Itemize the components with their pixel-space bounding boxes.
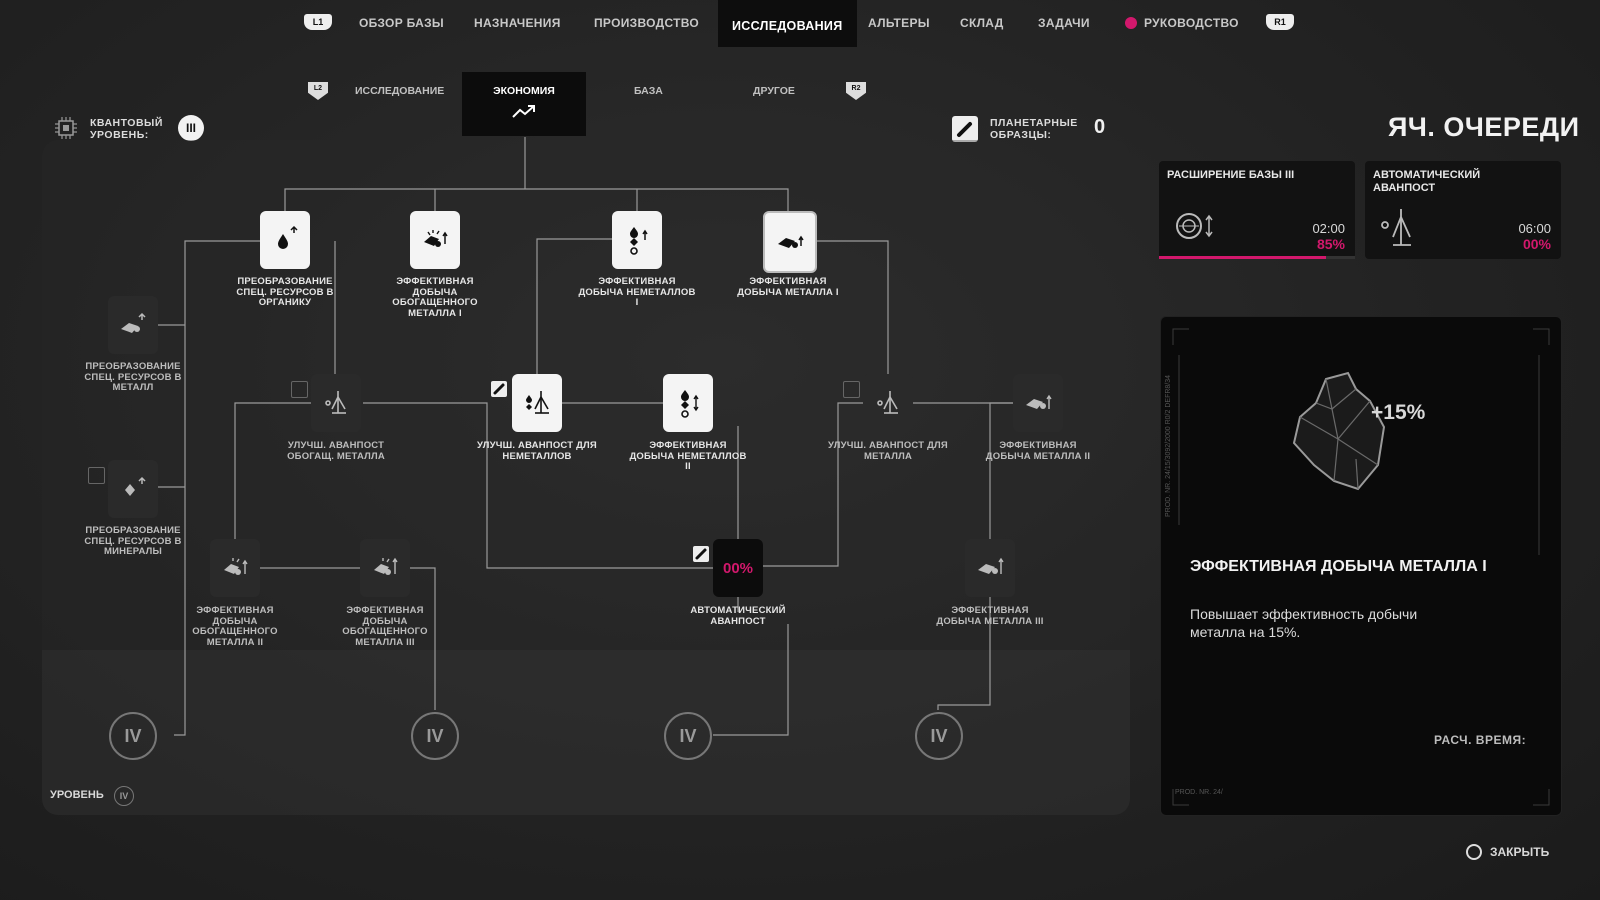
queue-slot-2[interactable]: АВТОМАТИЧЕСКИЙ АВАНПОСТ 06:00 00% [1365, 161, 1561, 259]
queue-slot-1-percent: 85% [1316, 236, 1345, 252]
panel-serial-bottom: PROD. NR. 24/ [1175, 789, 1223, 796]
research-node-nonmetal-2-label: ЭФФЕКТИВНАЯ ДОБЫЧА НЕМЕТАЛЛОВ II [629, 440, 747, 472]
research-node-enriched-outpost-label: УЛУЧШ. АВАНПОСТ ОБОГАЩ. МЕТАЛЛА [287, 440, 385, 462]
research-node-enriched-metal-3-label: ЭФФЕКТИВНАЯ ДОБЫЧА ОБОГАЩЕННОГО МЕТАЛЛА … [342, 605, 428, 648]
research-node-enriched-metal-2-label: ЭФФЕКТИВНАЯ ДОБЫЧА ОБОГАЩЕННОГО МЕТАЛЛА … [192, 605, 278, 648]
queue-slot-2-percent: 00% [1522, 236, 1551, 252]
base-expansion-icon [1176, 213, 1213, 239]
research-node-enriched-metal-1[interactable] [410, 211, 460, 269]
mineral-convert-icon [125, 476, 146, 496]
detail-title: ЭФФЕКТИВНАЯ ДОБЫЧА МЕТАЛЛА I [1190, 558, 1487, 575]
nonmetal-icon [681, 390, 699, 418]
sample-required-icon [491, 381, 507, 397]
queue-slot-1-progress-track [1159, 256, 1355, 259]
detail-bonus: +15% [1371, 401, 1426, 424]
research-node-metal-outpost-label: УЛУЧШ. АВАНПОСТ ДЛЯ МЕТАЛЛА [828, 440, 948, 462]
queue-slot-1-name: РАСШИРЕНИЕ БАЗЫ III [1167, 169, 1295, 181]
research-node-auto-outpost[interactable]: 00% [713, 539, 763, 597]
metal-convert-icon [121, 312, 146, 333]
tier-iv-marker: IV [664, 712, 712, 760]
research-node-enriched-metal-3[interactable] [360, 539, 410, 597]
queue-slot-1[interactable]: РАСШИРЕНИЕ БАЗЫ III 02:00 85% [1159, 161, 1355, 259]
level-value: IV [114, 786, 134, 806]
metal-ore-icon [1026, 394, 1052, 409]
research-node-metal-convert-label: ПРЕОБРАЗОВАНИЕ СПЕЦ. РЕСУРСОВ В МЕТАЛЛ [84, 361, 182, 393]
research-node-metal-3[interactable] [965, 539, 1015, 597]
close-button[interactable]: ЗАКРЫТЬ [1490, 845, 1549, 859]
enriched-ore-icon [424, 230, 448, 247]
research-node-nonmetal-2[interactable] [663, 374, 713, 432]
tier-iv-marker: IV [411, 712, 459, 760]
research-node-metal-3-label: ЭФФЕКТИВНАЯ ДОБЫЧА МЕТАЛЛА III [936, 605, 1044, 627]
research-node-minerals-convert-label: ПРЕОБРАЗОВАНИЕ СПЕЦ. РЕСУРСОВ В МИНЕРАЛЫ [84, 525, 182, 557]
locked-checkbox-icon [88, 467, 105, 484]
outpost-drill-icon [1381, 209, 1411, 246]
research-node-enriched-outpost[interactable] [311, 374, 361, 432]
sample-required-icon [693, 546, 709, 562]
research-node-nonmetal-outpost[interactable] [512, 374, 562, 432]
outpost-drill-icon [325, 391, 346, 414]
nonmetal-icon [630, 227, 648, 255]
research-node-nonmetal-outpost-label: УЛУЧШ. АВАНПОСТ ДЛЯ НЕМЕТАЛЛОВ [477, 440, 597, 462]
circle-button-icon[interactable] [1466, 844, 1482, 860]
detail-time-label: РАСЧ. ВРЕМЯ: [1434, 733, 1527, 747]
research-node-metal-2[interactable] [1013, 374, 1063, 432]
research-node-enriched-metal-1-label: ЭФФЕКТИВНАЯ ДОБЫЧА ОБОГАЩЕННОГО МЕТАЛЛА … [392, 276, 478, 319]
research-node-metal-outpost[interactable] [863, 374, 913, 432]
enriched-ore-icon [374, 557, 398, 575]
research-node-organic-label: ПРЕОБРАЗОВАНИЕ СПЕЦ. РЕСУРСОВ В ОРГАНИКУ [236, 276, 334, 308]
queue-slot-2-name: АВТОМАТИЧЕСКИЙ АВАНПОСТ [1373, 169, 1481, 194]
queue-title: ЯЧ. ОЧЕРЕДИ [1388, 112, 1580, 142]
enriched-ore-icon [224, 558, 248, 575]
research-node-minerals-convert[interactable] [108, 460, 158, 518]
queue-slot-1-progress-fill [1159, 256, 1326, 259]
research-node-metal-1[interactable] [763, 211, 817, 273]
locked-checkbox-icon [291, 381, 308, 398]
tier-iv-marker: IV [109, 712, 157, 760]
tier-iv-marker: IV [915, 712, 963, 760]
queue-slot-2-time: 06:00 [1518, 221, 1551, 236]
metal-ore-icon [778, 235, 804, 248]
research-node-metal-convert[interactable] [108, 296, 158, 354]
research-node-enriched-metal-2[interactable] [210, 539, 260, 597]
detail-description: Повышает эффективность добычи металла на… [1190, 606, 1418, 640]
research-node-nonmetal-1[interactable] [612, 211, 662, 269]
drop-convert-icon [278, 225, 298, 249]
metal-ore-icon [978, 557, 1004, 574]
level-label: УРОВЕНЬ [50, 789, 104, 801]
outpost-drill-icon [526, 391, 549, 414]
locked-checkbox-icon [843, 381, 860, 398]
research-node-metal-2-label: ЭФФЕКТИВНАЯ ДОБЫЧА МЕТАЛЛА II [985, 440, 1091, 462]
queue-slot-1-time: 02:00 [1312, 221, 1345, 236]
research-detail-panel: PROD. NR. 24/15/3092/2000 R0/2 DEFR8/34 … [1160, 316, 1562, 816]
panel-serial-vertical: PROD. NR. 24/15/3092/2000 R0/2 DEFR8/34 [1165, 374, 1172, 517]
research-node-auto-outpost-label: АВТОМАТИЧЕСКИЙ АВАНПОСТ [690, 605, 786, 627]
research-node-nonmetal-1-label: ЭФФЕКТИВНАЯ ДОБЫЧА НЕМЕТАЛЛОВ I [578, 276, 696, 308]
outpost-drill-icon [877, 391, 898, 414]
research-node-organic[interactable] [260, 211, 310, 269]
research-node-auto-outpost-progress: 00% [722, 559, 754, 577]
metal-ore-rock-icon [1292, 371, 1386, 491]
research-node-metal-1-label: ЭФФЕКТИВНАЯ ДОБЫЧА МЕТАЛЛА I [737, 276, 839, 298]
